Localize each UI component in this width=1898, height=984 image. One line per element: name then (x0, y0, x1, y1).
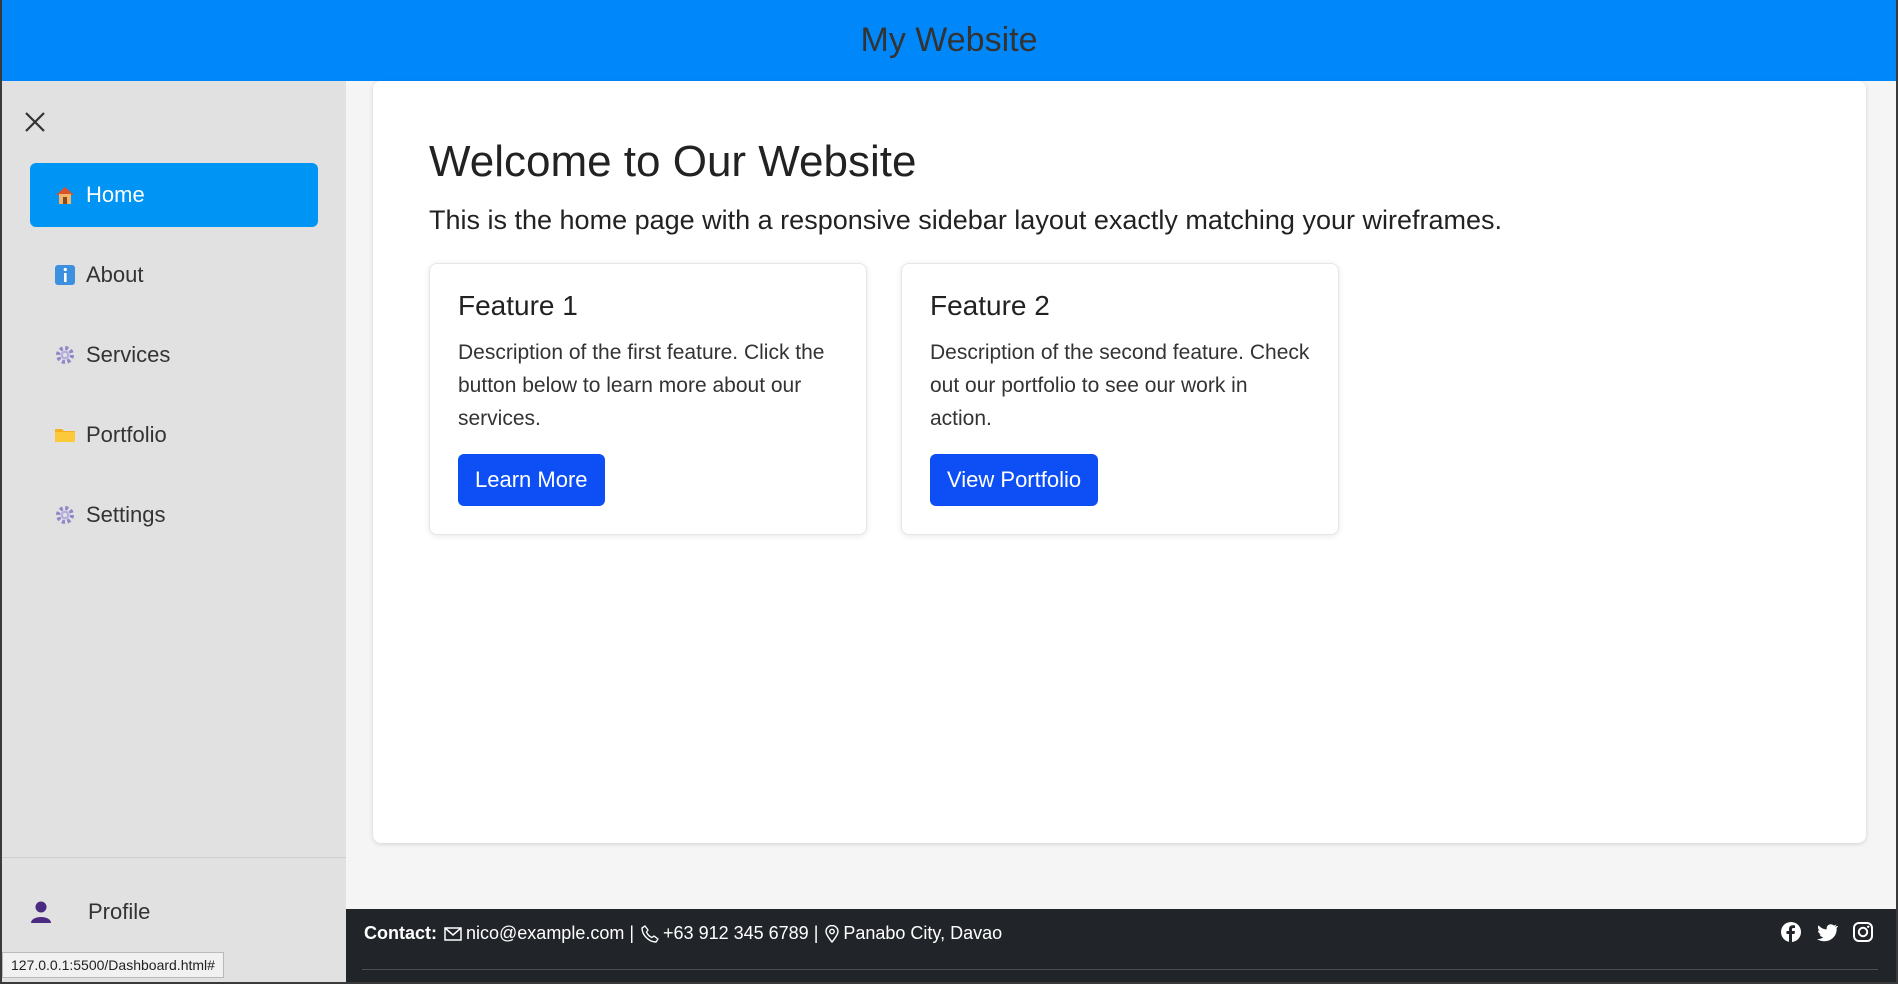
gear-icon (54, 344, 76, 366)
card-title: Feature 1 (458, 290, 578, 321)
sidebar-item-label: Settings (86, 502, 166, 527)
site-header: My Website (2, 0, 1896, 81)
profile-label: Profile (88, 899, 151, 924)
contact-label: Contact: (364, 923, 437, 943)
location-pin-icon (825, 924, 840, 943)
sidebar-item-label: Home (86, 182, 145, 207)
envelope-icon (444, 926, 462, 941)
feature-card-1: Feature 1 Description of the first featu… (429, 263, 867, 535)
house-icon (54, 184, 76, 206)
sidebar-item-label: Services (86, 342, 171, 367)
sidebar-item-home[interactable]: Home (30, 163, 318, 227)
sidebar-item-label: Portfolio (86, 422, 167, 447)
sidebar-item-settings[interactable]: Settings (30, 483, 318, 547)
card-description: Description of the first feature. Click … (458, 341, 825, 430)
separator: | (629, 923, 635, 943)
page-subtitle: This is the home page with a responsive … (429, 205, 1502, 235)
site-footer: Contact: nico@example.com | +63 912 345 … (346, 909, 1896, 982)
sidebar: Home About Services Portfolio Settings P… (2, 81, 346, 982)
card-title: Feature 2 (930, 290, 1050, 321)
contact-location: Panabo City, Davao (843, 923, 1003, 943)
footer-divider (362, 969, 1878, 970)
phone-icon (641, 924, 659, 943)
info-icon (54, 264, 76, 286)
site-title: My Website (860, 21, 1038, 59)
facebook-icon[interactable] (1780, 921, 1802, 943)
sidebar-nav: Home About Services Portfolio Settings (30, 163, 318, 563)
instagram-icon[interactable] (1852, 921, 1874, 943)
twitter-icon[interactable] (1816, 921, 1838, 943)
view-portfolio-button[interactable]: View Portfolio (930, 454, 1099, 506)
gear-icon (54, 504, 76, 526)
status-bar-url: 127.0.0.1:5500/Dashboard.html# (2, 952, 224, 978)
contact-email[interactable]: nico@example.com (466, 923, 624, 944)
sidebar-item-about[interactable]: About (30, 243, 318, 307)
user-icon (28, 899, 54, 925)
page-title: Welcome to Our Website (429, 137, 917, 186)
close-icon[interactable] (22, 109, 48, 135)
sidebar-item-services[interactable]: Services (30, 323, 318, 387)
card-description: Description of the second feature. Check… (930, 341, 1310, 430)
feature-card-2: Feature 2 Description of the second feat… (901, 263, 1339, 535)
learn-more-button[interactable]: Learn More (458, 454, 605, 506)
sidebar-profile[interactable]: Profile (28, 899, 150, 925)
contact-phone[interactable]: +63 912 345 6789 (663, 923, 809, 944)
browser-viewport: My Website Home About Services Portfolio… (2, 0, 1896, 982)
sidebar-divider (2, 857, 346, 858)
separator: | (813, 923, 819, 943)
main-content: Welcome to Our Website This is the home … (373, 81, 1866, 843)
social-links (1780, 921, 1874, 943)
contact-info: Contact: nico@example.com | +63 912 345 … (364, 923, 1002, 944)
folder-icon (54, 424, 76, 446)
sidebar-item-label: About (86, 262, 144, 287)
sidebar-item-portfolio[interactable]: Portfolio (30, 403, 318, 467)
